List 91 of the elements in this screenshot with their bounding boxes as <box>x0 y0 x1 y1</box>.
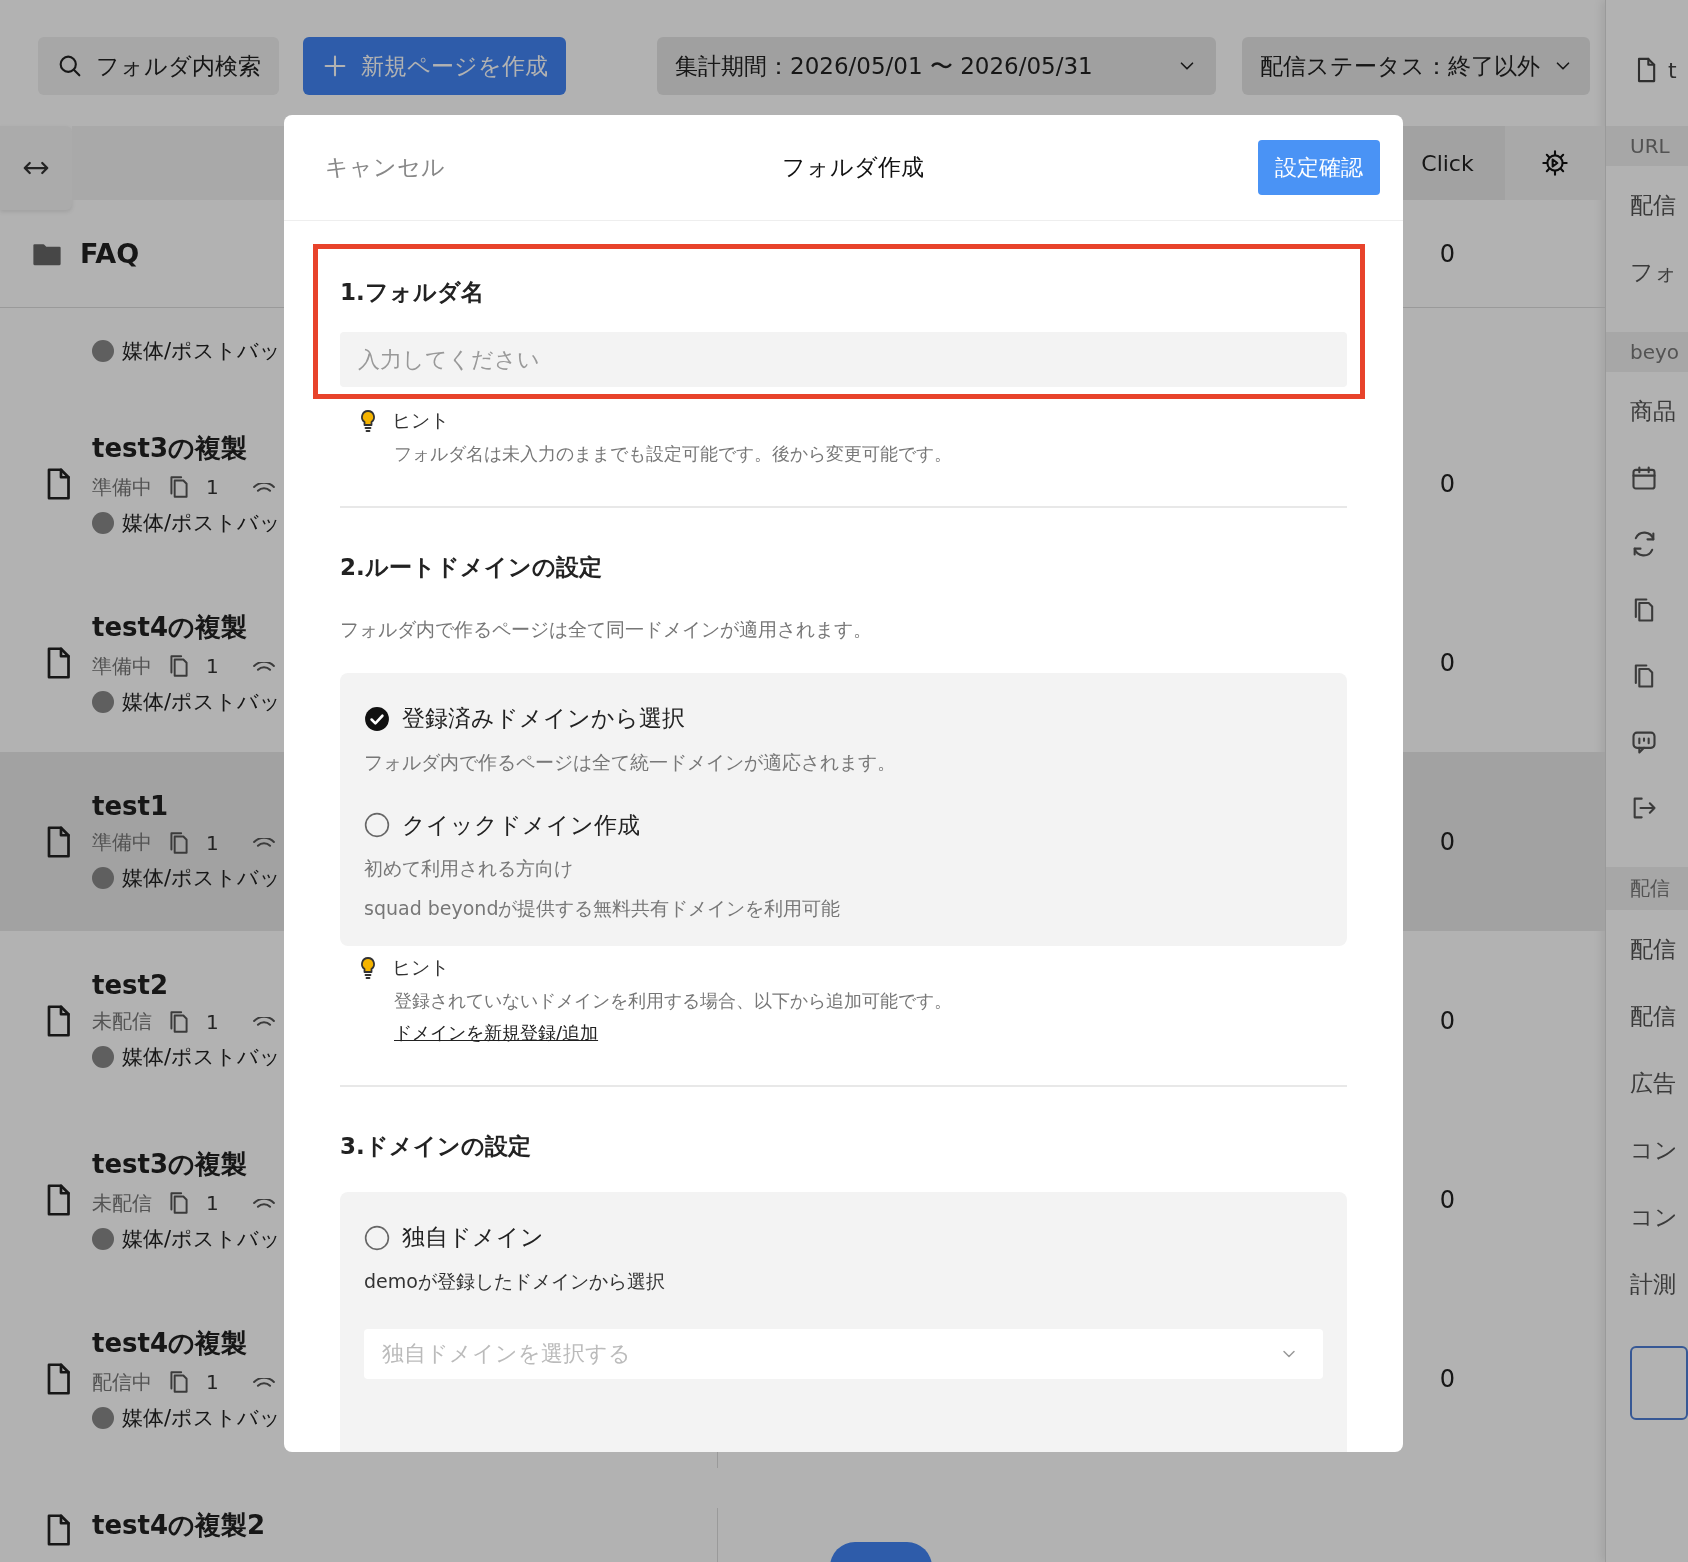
calendar-icon[interactable] <box>1630 464 1658 492</box>
click-count: 0 <box>1438 1185 1457 1214</box>
wifi-icon <box>252 838 275 847</box>
media-icon <box>92 690 114 713</box>
click-count: 0 <box>1438 827 1457 856</box>
status-dropdown[interactable]: 配信ステータス：終了以外 <box>1242 37 1590 95</box>
cancel-button[interactable]: キャンセル <box>325 152 445 183</box>
hint-text: 登録されていないドメインを利用する場合、以下から追加可能です。 <box>393 989 953 1013</box>
click-count: 0 <box>1438 648 1457 677</box>
click-count: 0 <box>1438 1364 1457 1393</box>
panel-item[interactable]: 計測 <box>1606 1251 1688 1318</box>
wifi-icon <box>252 1198 275 1208</box>
panel-item[interactable]: 配信 <box>1606 916 1688 983</box>
page-count: 1 <box>206 1009 219 1034</box>
option-description: squad beyondが提供する無料共有ドメインを利用可能 <box>364 896 842 921</box>
panel-item[interactable]: 配信 <box>1606 172 1688 239</box>
wifi-icon <box>252 1377 275 1387</box>
hint-label: ヒント <box>392 955 449 980</box>
page-count: 1 <box>206 830 219 855</box>
panel-item[interactable]: 商品 <box>1606 378 1688 445</box>
click-count: 0 <box>1438 1006 1457 1035</box>
page-status: 準備中 <box>92 652 152 680</box>
page-title: test4の複製2 <box>92 1509 266 1542</box>
domain-link[interactable]: ドメインを新規登録/追加 <box>356 1021 599 1045</box>
section-heading: 2.ルートドメインの設定 <box>340 553 603 582</box>
media-icon <box>92 511 114 534</box>
media-icon <box>92 340 114 362</box>
wifi-icon <box>252 661 275 671</box>
page-status: 配信中 <box>92 1368 152 1396</box>
page-title: test1 <box>92 791 170 821</box>
page-status: 未配信 <box>92 1008 152 1035</box>
folder-name[interactable]: FAQ <box>80 238 140 269</box>
page-title: test3の複製 <box>92 431 249 465</box>
section-heading: 3.ドメインの設定 <box>340 1132 532 1161</box>
wifi-icon <box>252 482 275 492</box>
media-label: 媒体/ポストバッ <box>122 1404 282 1432</box>
period-dropdown[interactable]: 集計期間：2026/05/01 〜 2026/05/31 <box>657 37 1216 95</box>
search-button[interactable]: フォルダ内検索 <box>38 37 279 95</box>
settings-icon[interactable] <box>1541 149 1569 177</box>
panel-item[interactable]: 広告 <box>1606 1050 1688 1117</box>
page-title: test2 <box>92 970 170 1000</box>
panel-section-header: URL <box>1606 126 1688 166</box>
panel-item[interactable]: コン <box>1606 1184 1688 1251</box>
hint-label: ヒント <box>392 408 449 433</box>
media-icon <box>92 867 114 889</box>
option-description: 初めて利用される方向け <box>364 856 574 881</box>
media-label: 媒体/ポストバッ <box>122 509 282 537</box>
hint-text: フォルダ名は未入力のままでも設定可能です。後から変更可能です。 <box>393 442 953 466</box>
option-description: demoが登録したドメインから選択 <box>364 1268 666 1294</box>
page-title: test4の複製 <box>92 1326 249 1360</box>
media-icon <box>92 1227 114 1250</box>
radio-option[interactable]: クイックドメイン作成 <box>364 809 640 841</box>
media-icon <box>92 1046 114 1068</box>
section-heading: 1.フォルダ名 <box>340 278 485 307</box>
panel-section-header: beyo <box>1606 332 1688 372</box>
panel-item[interactable]: コン <box>1606 1117 1688 1184</box>
radio-option[interactable]: 独自ドメイン <box>364 1222 544 1253</box>
panel-section-header: 配信 <box>1606 867 1688 910</box>
panel-item[interactable]: 配信 <box>1606 983 1688 1050</box>
page-title: test3の複製 <box>92 1147 249 1181</box>
wifi-icon <box>252 1017 275 1026</box>
page-count: 1 <box>206 1191 219 1215</box>
media-icon <box>92 1406 114 1429</box>
page-title: test4の複製 <box>92 610 249 644</box>
click-count: 0 <box>1438 239 1457 268</box>
folder-name-field[interactable]: 入力してください <box>340 332 1347 387</box>
media-label: 媒体/ポストバッ <box>122 1044 282 1071</box>
dialog-title: フォルダ作成 <box>781 153 924 182</box>
page-count: 1 <box>206 654 219 678</box>
media-label: 媒体/ポストバッ <box>122 1225 282 1253</box>
click-count: 0 <box>1438 469 1457 498</box>
option-description: フォルダ内で作るページは全て統一ドメインが適応されます。 <box>364 749 897 775</box>
confirm-button[interactable]: 設定確認 <box>1258 140 1380 195</box>
radio-option[interactable]: 登録済みドメインから選択 <box>364 703 685 734</box>
media-label: 媒体/ポストバッ <box>122 688 282 716</box>
page-status: 準備中 <box>92 829 152 856</box>
radio-checked-icon[interactable] <box>364 705 390 732</box>
new-page-button[interactable]: 新規ページを作成 <box>303 37 566 95</box>
panel-item[interactable]: フォ <box>1606 239 1688 306</box>
panel-tab-label[interactable]: t <box>1668 57 1677 83</box>
radio-icon[interactable] <box>364 1224 390 1251</box>
page-status: 未配信 <box>92 1189 152 1217</box>
page-count: 1 <box>206 475 219 499</box>
page-count: 1 <box>206 1370 219 1394</box>
page-status: 準備中 <box>92 473 152 501</box>
radio-icon[interactable] <box>364 812 390 838</box>
page-row[interactable]: test4の複製2 <box>0 1468 1605 1562</box>
section-description: フォルダ内で作るページは全て同一ドメインが適用されます。 <box>340 617 873 642</box>
outline-button[interactable] <box>1630 1346 1688 1420</box>
media-label: 媒体/ポストバッ <box>122 865 282 892</box>
media-label: 媒体/ポストバッ <box>122 338 282 365</box>
